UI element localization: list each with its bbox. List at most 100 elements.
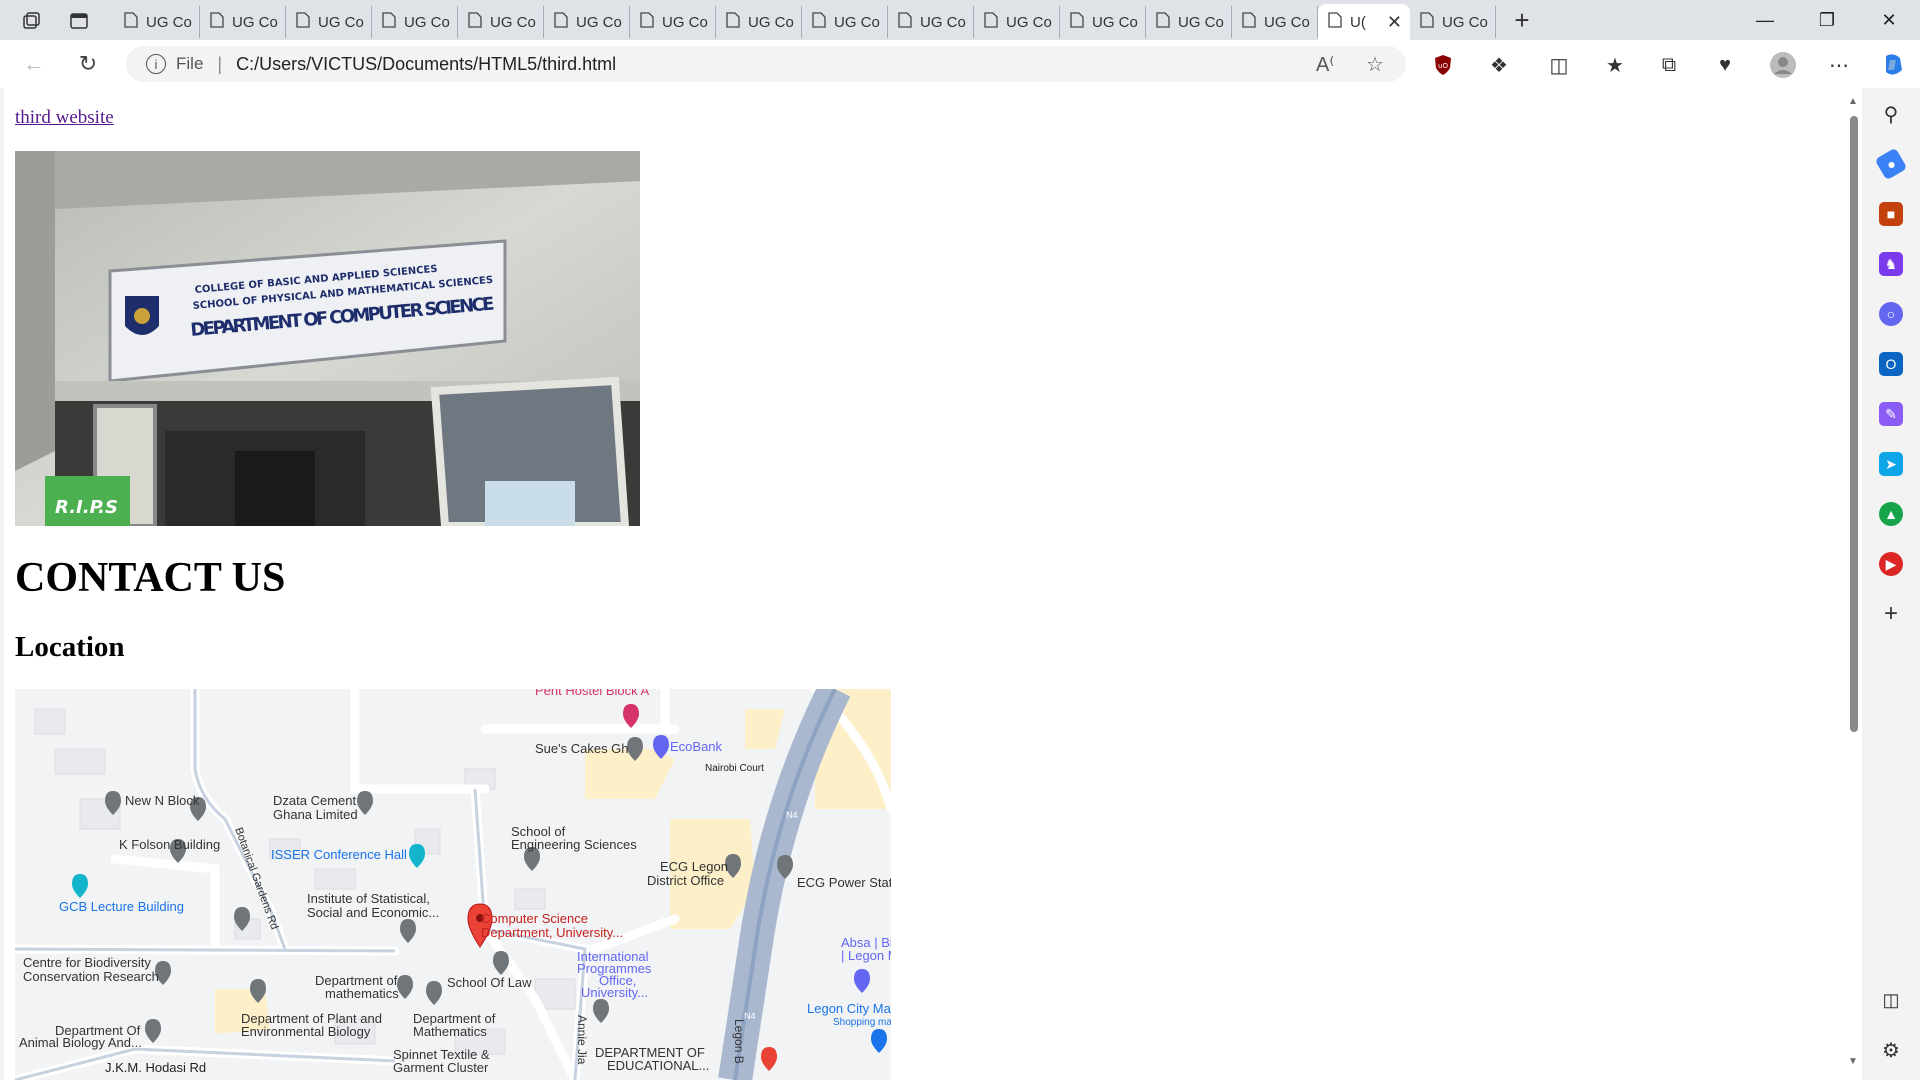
restore-button[interactable]: ❐ xyxy=(1796,0,1858,40)
scroll-up-arrow-icon[interactable]: ▲ xyxy=(1848,96,1858,107)
map-label[interactable]: Institute of Statistical, xyxy=(307,891,430,906)
close-window-button[interactable]: ✕ xyxy=(1858,0,1920,40)
youtube-icon[interactable]: ▶ xyxy=(1879,552,1903,576)
map-label[interactable]: ISSER Conference Hall xyxy=(271,847,407,862)
map-canvas[interactable]: Pent Hostel Block A Sue's Cakes Gh EcoBank… xyxy=(15,689,891,1080)
map-label[interactable]: Engineering Sciences xyxy=(511,837,637,852)
new-tab-button[interactable]: + xyxy=(1504,4,1540,36)
info-icon[interactable]: i xyxy=(146,54,166,74)
close-tab-icon[interactable]: ✕ xyxy=(1387,12,1402,33)
map-label[interactable]: N4 xyxy=(744,1011,756,1021)
map-label[interactable]: EDUCATIONAL... xyxy=(607,1058,709,1073)
map-label[interactable]: Centre for Biodiversity xyxy=(23,955,151,970)
vertical-scrollbar[interactable]: ▲ ▼ xyxy=(1846,88,1862,1080)
tab[interactable]: UG Co xyxy=(974,6,1060,38)
copilot-icon[interactable] xyxy=(1880,52,1906,78)
map-label[interactable]: New N Block xyxy=(125,793,200,808)
map-label[interactable]: | Legon M xyxy=(841,948,891,963)
performance-icon[interactable]: ♥ xyxy=(1712,52,1738,78)
tab[interactable]: UG Co xyxy=(1410,6,1496,38)
workspaces-icon[interactable] xyxy=(16,6,46,36)
map-label[interactable]: Social and Economic... xyxy=(307,905,439,920)
tab[interactable]: UG Co xyxy=(200,6,286,38)
scroll-down-arrow-icon[interactable]: ▼ xyxy=(1848,1056,1858,1067)
page-icon xyxy=(124,12,138,32)
map-label[interactable]: N4 xyxy=(786,810,798,820)
map-label[interactable]: Pent Hostel Block A xyxy=(535,689,649,698)
split-screen-icon[interactable]: ◫ xyxy=(1546,52,1572,78)
tab-label: UG Co xyxy=(576,13,622,31)
map-label[interactable]: Legon B xyxy=(732,1019,746,1064)
tree-icon[interactable]: ▲ xyxy=(1879,502,1903,526)
tab-label: UG Co xyxy=(920,13,966,31)
tab[interactable]: UG Co xyxy=(802,6,888,38)
map-label[interactable]: Garment Cluster xyxy=(393,1060,489,1075)
minimize-button[interactable]: — xyxy=(1734,0,1796,40)
extensions-icon[interactable]: ❖ xyxy=(1486,52,1512,78)
tab[interactable]: UG Co xyxy=(1060,6,1146,38)
map-label[interactable]: Department, University... xyxy=(481,925,623,940)
map-label[interactable]: Computer Science xyxy=(481,911,588,926)
refresh-button[interactable]: ↻ xyxy=(72,48,104,80)
map-label[interactable]: Nairobi Court xyxy=(705,763,764,774)
tab[interactable]: UG Co xyxy=(888,6,974,38)
map-label[interactable]: District Office xyxy=(647,873,724,888)
scroll-thumb[interactable] xyxy=(1850,116,1858,732)
tab[interactable]: UG Co xyxy=(1146,6,1232,38)
map-label[interactable]: J.K.M. Hodasi Rd xyxy=(105,1060,206,1075)
add-sidebar-app-icon[interactable]: + xyxy=(1879,600,1903,627)
tab[interactable]: UG Co xyxy=(716,6,802,38)
favorite-star-icon[interactable]: ☆ xyxy=(1366,52,1384,77)
collections-icon[interactable]: ⧉ xyxy=(1656,52,1682,78)
location-map[interactable]: Pent Hostel Block A Sue's Cakes Gh EcoBank… xyxy=(15,689,891,1080)
tab-active[interactable]: U(✕ xyxy=(1318,4,1410,40)
tab[interactable]: UG Co xyxy=(286,6,372,38)
map-label[interactable]: School Of Law xyxy=(447,975,532,990)
tab[interactable]: UG Co xyxy=(114,6,200,38)
url-text[interactable]: C:/Users/VICTUS/Documents/HTML5/third.ht… xyxy=(236,54,616,75)
page-icon xyxy=(726,12,740,32)
ublock-extension-icon[interactable]: uO xyxy=(1430,52,1456,78)
microsoft-365-icon[interactable]: ○ xyxy=(1879,302,1903,326)
address-bar[interactable]: i File | C:/Users/VICTUS/Documents/HTML5… xyxy=(126,46,1406,82)
games-icon[interactable]: ♞ xyxy=(1879,252,1903,276)
page-icon xyxy=(1070,12,1084,32)
tab-actions-icon[interactable] xyxy=(64,6,94,36)
third-website-link[interactable]: third website xyxy=(15,107,114,129)
map-label[interactable]: Conservation Research xyxy=(23,969,159,984)
map-label[interactable]: Dzata Cement xyxy=(273,793,356,808)
send-icon[interactable]: ➤ xyxy=(1879,452,1903,476)
tab[interactable]: UG Co xyxy=(630,6,716,38)
map-label[interactable]: ECG Power Stati xyxy=(797,875,891,890)
settings-gear-icon[interactable]: ⚙ xyxy=(1879,1038,1903,1062)
favorites-icon[interactable]: ★ xyxy=(1602,52,1628,78)
map-label[interactable]: GCB Lecture Building xyxy=(59,899,184,914)
tab[interactable]: UG Co xyxy=(544,6,630,38)
map-label[interactable]: EcoBank xyxy=(670,739,723,754)
map-label[interactable]: Ghana Limited xyxy=(273,807,358,822)
hide-sidebar-icon[interactable]: ◫ xyxy=(1879,988,1903,1012)
map-label[interactable]: Shopping ma xyxy=(833,1017,891,1028)
tools-icon[interactable]: ■ xyxy=(1879,202,1903,226)
tab[interactable]: UG Co xyxy=(458,6,544,38)
map-label[interactable]: Environmental Biology xyxy=(241,1024,371,1039)
shopping-tag-icon[interactable]: ● xyxy=(1874,147,1908,181)
map-label[interactable]: Sue's Cakes Gh xyxy=(535,741,629,756)
more-menu-icon[interactable]: ⋯ xyxy=(1826,52,1852,78)
read-aloud-icon[interactable]: A⁽ xyxy=(1316,52,1334,77)
map-label[interactable]: Annie Jia xyxy=(575,1015,589,1065)
map-label[interactable]: University... xyxy=(581,985,648,1000)
search-icon[interactable]: ⚲ xyxy=(1879,102,1903,126)
map-label[interactable]: ECG Legon xyxy=(660,859,728,874)
back-button[interactable]: ← xyxy=(18,48,50,80)
map-label[interactable]: K Folson Building xyxy=(119,837,220,852)
tab[interactable]: UG Co xyxy=(372,6,458,38)
map-label[interactable]: Mathematics xyxy=(413,1024,487,1039)
designer-icon[interactable]: ✎ xyxy=(1879,402,1903,426)
map-label[interactable]: Animal Biology And... xyxy=(19,1035,142,1050)
outlook-icon[interactable]: O xyxy=(1879,352,1903,376)
map-label[interactable]: mathematics xyxy=(325,986,399,1001)
map-label[interactable]: Legon City Mal xyxy=(807,1001,891,1016)
tab[interactable]: UG Co xyxy=(1232,6,1318,38)
profile-avatar[interactable] xyxy=(1770,52,1796,78)
